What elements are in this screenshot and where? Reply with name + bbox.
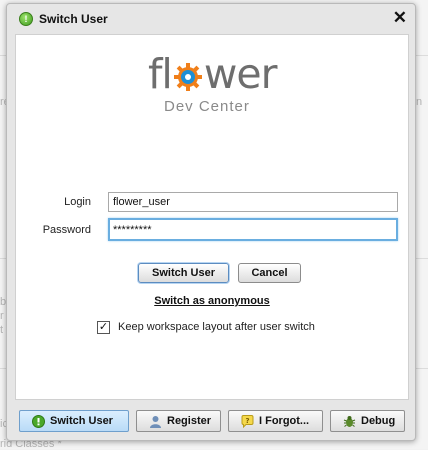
keep-layout-label: Keep workspace layout after user switch bbox=[118, 321, 315, 333]
password-input[interactable] bbox=[108, 218, 398, 241]
password-label: Password bbox=[42, 224, 91, 236]
switch-user-dialog: ! Switch User ✕ fl wer Dev Center Login … bbox=[6, 3, 416, 441]
switch-user-button[interactable]: Switch User bbox=[138, 263, 229, 283]
logo-word: fl wer bbox=[148, 50, 277, 98]
tab-i-forgot[interactable]: ? I Forgot... bbox=[228, 410, 323, 432]
flower-app-icon: ! bbox=[19, 12, 33, 26]
login-input[interactable] bbox=[108, 192, 398, 212]
switch-anonymous-link[interactable]: Switch as anonymous bbox=[16, 295, 408, 307]
dialog-title: Switch User bbox=[39, 12, 108, 26]
tab-label: Debug bbox=[361, 415, 396, 427]
dialog-titlebar[interactable]: ! Switch User ✕ bbox=[7, 4, 415, 34]
keep-layout-checkbox[interactable]: ✓ bbox=[97, 321, 110, 334]
background-text: n bbox=[416, 96, 423, 108]
bug-icon bbox=[343, 416, 356, 427]
tab-debug[interactable]: Debug bbox=[330, 410, 405, 432]
close-icon[interactable]: ✕ bbox=[393, 9, 407, 27]
tab-switch-user[interactable]: Switch User bbox=[19, 410, 129, 432]
background-text: t bbox=[0, 324, 4, 336]
login-label: Login bbox=[64, 196, 91, 208]
background-text: r bbox=[0, 310, 4, 322]
logo-gear-icon bbox=[173, 63, 202, 91]
tab-label: I Forgot... bbox=[259, 415, 310, 427]
flower-logo: fl wer Dev Center bbox=[148, 52, 308, 122]
cancel-button[interactable]: Cancel bbox=[238, 263, 301, 283]
svg-text:?: ? bbox=[245, 417, 249, 425]
tab-register[interactable]: Register bbox=[136, 410, 221, 432]
logo-subtitle: Dev Center bbox=[164, 98, 250, 115]
tab-label: Switch User bbox=[50, 415, 113, 427]
switch-user-icon bbox=[32, 415, 45, 428]
dialog-content: fl wer Dev Center Login flower_user Pass… bbox=[15, 34, 409, 400]
tab-label: Register bbox=[167, 415, 212, 427]
user-icon bbox=[150, 416, 161, 428]
question-bubble-icon: ? bbox=[241, 415, 254, 428]
